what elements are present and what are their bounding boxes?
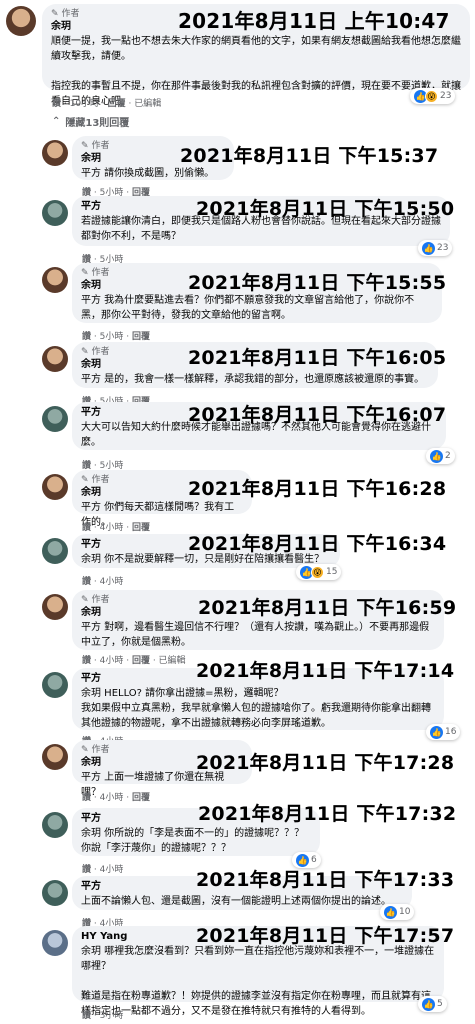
like-icon: 👍 (422, 997, 435, 1011)
reaction-summary[interactable]: 👍 😮 23 (410, 88, 456, 104)
like-link[interactable]: 讚 (82, 656, 91, 666)
like-link[interactable]: 讚 (82, 332, 91, 342)
timestamp-overlay: 2021年8月11日 上午10:47 (178, 9, 450, 33)
avatar[interactable] (42, 880, 68, 906)
timestamp-overlay: 2021年8月11日 下午16:59 (198, 597, 457, 619)
like-icon: 👍 (430, 725, 443, 739)
timestamp-overlay: 2021年8月11日 下午17:57 (196, 925, 455, 947)
reaction-summary[interactable]: 👍 5 (418, 996, 447, 1012)
like-link[interactable]: 讚 (52, 99, 61, 109)
avatar[interactable] (42, 930, 68, 956)
like-icon: 👍 (422, 241, 435, 255)
timestamp-overlay: 2021年8月11日 下午15:50 (196, 198, 455, 220)
like-icon: 👍 (430, 449, 443, 463)
timestamp-overlay: 2021年8月11日 下午16:34 (188, 533, 447, 555)
like-link[interactable]: 讚 (82, 1011, 91, 1021)
chevron-up-icon: ⌃ (52, 116, 61, 127)
hidden-replies-toggle[interactable]: ⌃ 隱藏13則回覆 (52, 114, 129, 129)
comment-text: 平方 我為什麼要點進去看？你們都不願意發我的文章留言給他了，你說你不黑，那你公平… (81, 295, 415, 321)
timestamp-overlay: 2021年8月11日 下午17:14 (196, 660, 455, 682)
comment-text: 上面不論懶人包、還是截圖，沒有一個能證明上述兩個你提出的論述。 (81, 896, 391, 907)
comment-text: 余玥 你所說的「李是表面不一的」的證據呢？？？ 你說「李汙蔑你」的證據呢？？？ (81, 828, 305, 854)
pen-icon: ✎ (81, 475, 89, 485)
like-link[interactable]: 讚 (82, 523, 91, 533)
pen-icon: ✎ (81, 268, 89, 278)
timestamp-overlay: 2021年8月11日 下午17:33 (196, 869, 455, 891)
avatar[interactable] (42, 672, 68, 698)
avatar[interactable] (42, 267, 68, 293)
reaction-summary[interactable]: 👍 10 (380, 904, 415, 920)
avatar[interactable] (42, 200, 68, 226)
timestamp-overlay: 2021年8月11日 下午15:37 (180, 145, 439, 167)
comment-text: 平方 對啊，邊看醫生邊回信不行哩？（還有人按讚，嘆為觀止。）不要再那邊假中立了，… (81, 622, 430, 648)
comment-meta: 讚 · 5小時 · 回覆 (82, 332, 150, 342)
reaction-summary[interactable]: 👍 😮 15 (296, 564, 342, 580)
pen-icon: ✎ (81, 745, 89, 755)
comment-meta: 讚 · 4小時 · 回覆 (82, 793, 150, 803)
reaction-summary[interactable]: 👍 23 (418, 240, 453, 256)
avatar[interactable] (6, 6, 36, 36)
avatar[interactable] (42, 538, 68, 564)
comment-text: 余玥 哪裡我怎麼沒看到？只看到妳一直在指控他污蔑妳和表裡不一，一堆證據在哪裡？ … (81, 946, 435, 1017)
pen-icon: ✎ (81, 347, 89, 357)
wow-icon: 😮 (311, 565, 324, 579)
timestamp-overlay: 2021年8月11日 下午17:28 (196, 752, 455, 774)
reaction-summary[interactable]: 👍 16 (426, 724, 461, 740)
comment-meta: 讚 · 4小時 (82, 577, 124, 587)
reply-link[interactable]: 回覆 (108, 99, 126, 109)
comment-meta: 讚 · 4小時 · 回覆 (82, 523, 150, 533)
comment-meta: 讚 · 4小時 · 回覆 · 已編輯 (82, 656, 186, 666)
comment-meta: 讚 · 3小時 (82, 1011, 124, 1021)
wow-icon: 😮 (425, 89, 438, 103)
avatar[interactable] (42, 346, 68, 372)
reaction-summary[interactable]: 👍 2 (426, 448, 455, 464)
timestamp-overlay: 2021年8月11日 下午16:28 (188, 478, 447, 500)
pen-icon: ✎ (51, 9, 59, 19)
edited-label: 已編輯 (158, 656, 186, 666)
comment-time[interactable]: 10小時 (70, 99, 99, 109)
avatar[interactable] (42, 812, 68, 838)
comment-meta: 讚 · 10小時 · 回覆 · 已編輯 (52, 99, 162, 109)
reply-link[interactable]: 回覆 (132, 793, 150, 803)
like-link[interactable]: 讚 (82, 577, 91, 587)
reply-link[interactable]: 回覆 (132, 332, 150, 342)
avatar[interactable] (42, 140, 68, 166)
edited-label: 已編輯 (134, 99, 162, 109)
timestamp-overlay: 2021年8月11日 下午16:07 (188, 404, 447, 426)
comment-text: 余玥 HELLO? 請你拿出證據=黑粉，邏輯呢？ 我如果假中立真黑粉，我早就拿懶… (81, 688, 431, 729)
comment-meta: 讚 · 4小時 (82, 865, 124, 875)
avatar[interactable] (42, 474, 68, 500)
comment-text: 平方 是的，我會一樣一樣解釋，承認我錯的部分，也還原應該被還原的事實。 (81, 374, 425, 385)
timestamp-overlay: 2021年8月11日 下午17:32 (198, 803, 457, 825)
timestamp-overlay: 2021年8月11日 下午15:55 (188, 272, 447, 294)
pen-icon: ✎ (81, 141, 89, 151)
avatar[interactable] (42, 406, 68, 432)
pen-icon: ✎ (81, 595, 89, 605)
like-link[interactable]: 讚 (82, 865, 91, 875)
like-icon: 👍 (384, 905, 397, 919)
like-link[interactable]: 讚 (82, 793, 91, 803)
reply-link[interactable]: 回覆 (132, 656, 150, 666)
comment-text: 平方 請你換成截圖，別偷懶。 (81, 168, 215, 179)
avatar[interactable] (42, 594, 68, 620)
avatar[interactable] (42, 744, 68, 770)
reply-link[interactable]: 回覆 (132, 523, 150, 533)
timestamp-overlay: 2021年8月11日 下午16:05 (188, 347, 447, 369)
